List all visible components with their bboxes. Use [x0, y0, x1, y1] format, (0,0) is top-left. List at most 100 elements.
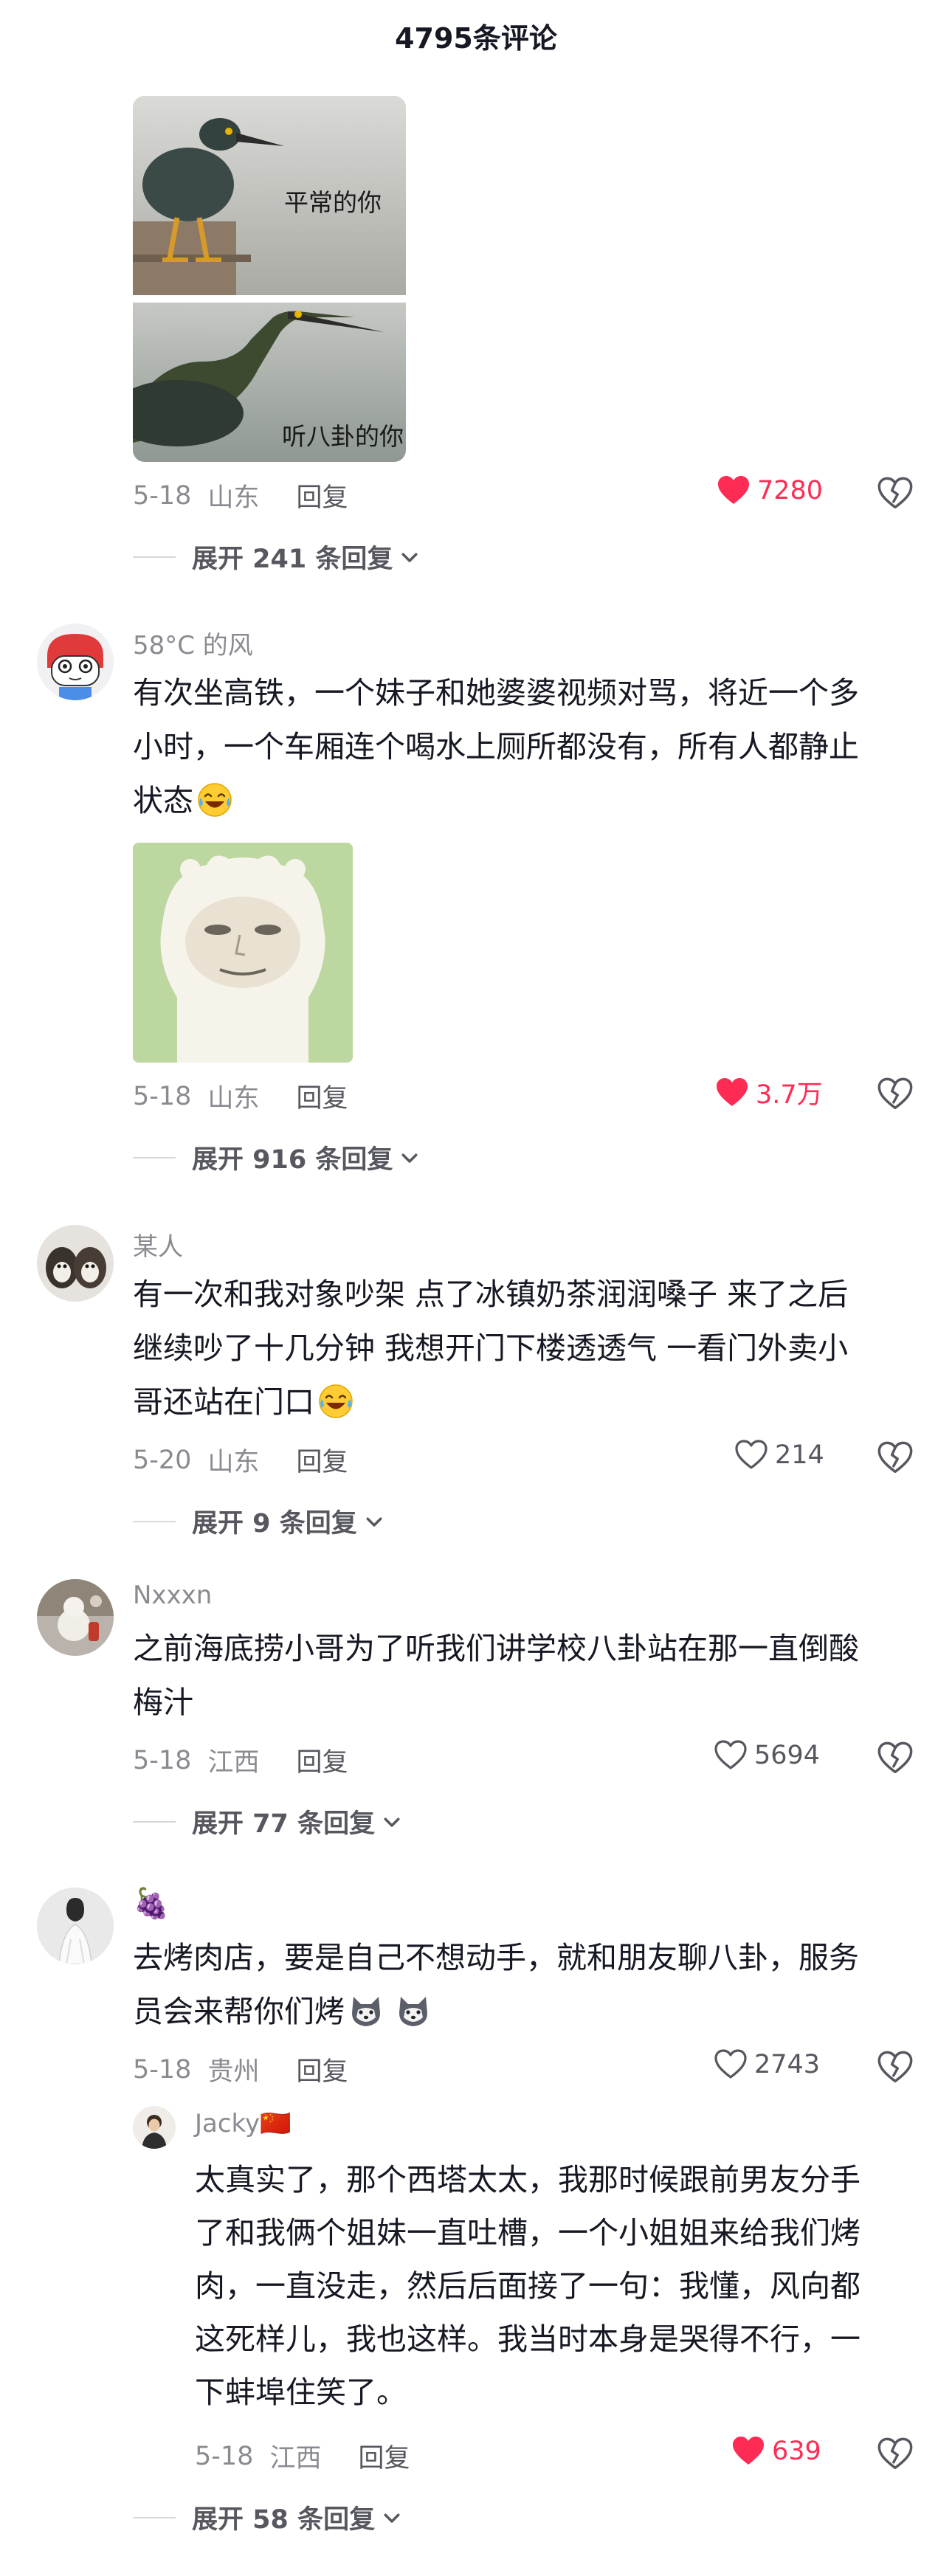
- divider: [133, 2516, 176, 2518]
- chevron-down-icon: [363, 1510, 385, 1533]
- avatar[interactable]: [37, 624, 114, 700]
- expand-replies-button[interactable]: 展开 916 条回复: [133, 1139, 421, 1176]
- comment-text: 有一次和我对象吵架 点了冰镇奶茶润润嗓子 来了之后 继续吵了十几分钟 我想开门下…: [133, 1268, 915, 1429]
- comment-line: 小时，一个车厢连个喝水上厕所都没有，所有人都静止: [133, 729, 859, 764]
- heart-outline-icon: [734, 1437, 769, 1473]
- heart-filled-icon: [716, 473, 751, 508]
- avatar[interactable]: [37, 1225, 114, 1302]
- comment-location: 山东: [207, 483, 260, 513]
- like-count: 5694: [754, 1741, 821, 1770]
- comment-location: 江西: [269, 2444, 322, 2473]
- expand-replies-label: 展开 77 条回复: [192, 1809, 376, 1839]
- dislike-icon[interactable]: [876, 1739, 914, 1778]
- divider: [133, 1520, 176, 1522]
- expand-replies-label: 展开 9 条回复: [192, 1509, 357, 1539]
- dislike-icon[interactable]: [876, 1075, 914, 1113]
- comment-date: 5-20: [133, 1445, 192, 1475]
- username[interactable]: Jacky🇨🇳: [195, 2109, 292, 2138]
- comment-location: 江西: [207, 1748, 260, 1778]
- like-count: 214: [775, 1440, 824, 1470]
- like-button[interactable]: 639: [731, 2434, 821, 2469]
- husky-emoji-icon: [348, 1992, 384, 2029]
- chevron-down-icon: [381, 2507, 403, 2529]
- heart-filled-icon: [714, 1075, 750, 1111]
- comment-date: 5-18: [133, 1081, 192, 1111]
- divider: [133, 556, 176, 558]
- expand-replies-label: 展开 241 条回复: [192, 545, 393, 574]
- comment-line: 有一次和我对象吵架 点了冰镇奶茶润润嗓子 来了之后: [133, 1277, 849, 1312]
- reply-line: 肉，一直没走，然后后面接了一句：我懂，风向都: [195, 2268, 860, 2304]
- meme-caption-bottom: 听八卦的你: [282, 422, 404, 451]
- avatar[interactable]: [37, 1888, 114, 1964]
- expand-replies-button[interactable]: 展开 241 条回复: [133, 538, 421, 576]
- username[interactable]: 🍇: [133, 1886, 170, 1921]
- comment-text: 有次坐高铁，一个妹子和她婆婆视频对骂，将近一个多 小时，一个车厢连个喝水上厕所都…: [133, 666, 915, 828]
- comment-text: 去烤肉店，要是自己不想动手，就和朋友聊八卦，服务 员会来帮你们烤: [133, 1931, 915, 2039]
- comment-date: 5-18: [133, 480, 192, 511]
- like-button[interactable]: 7280: [716, 473, 823, 508]
- chevron-down-icon: [399, 1147, 421, 1169]
- username[interactable]: Nxxxn: [133, 1581, 212, 1610]
- reply-button[interactable]: 回复: [358, 2437, 410, 2475]
- like-button[interactable]: 214: [734, 1437, 824, 1473]
- comment-line: 之前海底捞小哥为了听我们讲学校八卦站在那一直倒酸: [133, 1631, 859, 1666]
- page-title: 4795条评论: [395, 21, 557, 55]
- comment-date: 5-18: [133, 1745, 192, 1775]
- reply-line: 下蚌埠住笑了。: [195, 2375, 407, 2410]
- reply-line: 这死样儿，我也这样。我当时本身是哭得不行，一: [195, 2321, 860, 2357]
- comment-line: 有次坐高铁，一个妹子和她婆婆视频对骂，将近一个多: [133, 675, 859, 711]
- divider: [133, 1156, 176, 1158]
- heart-outline-icon: [713, 2047, 748, 2082]
- expand-replies-button[interactable]: 展开 58 条回复: [133, 2499, 403, 2536]
- comment-meta: 5-18 江西 回复: [133, 1741, 348, 1779]
- like-count: 3.7万: [756, 1080, 823, 1110]
- dislike-icon[interactable]: [876, 2435, 914, 2473]
- reply-button[interactable]: 回复: [296, 1441, 348, 1479]
- laugh-cry-emoji-icon: [196, 781, 233, 818]
- expand-replies-button[interactable]: 展开 77 条回复: [133, 1803, 403, 1840]
- expand-replies-label: 展开 58 条回复: [192, 2505, 376, 2535]
- reply-button[interactable]: 回复: [296, 2051, 348, 2088]
- reply-line: 了和我俩个姐妹一直吐槽，一个小姐姐来给我们烤: [195, 2215, 860, 2251]
- comment-line-last: 哥还站在门口: [133, 1375, 915, 1429]
- comment-meta: 5-18 山东 回复: [133, 477, 348, 514]
- reply-button[interactable]: 回复: [296, 1077, 348, 1115]
- like-button[interactable]: 5694: [713, 1738, 820, 1773]
- avatar[interactable]: [37, 1579, 114, 1656]
- heart-filled-icon: [731, 2434, 766, 2469]
- meme-caption-top: 平常的你: [284, 188, 382, 217]
- dislike-icon[interactable]: [876, 2048, 914, 2087]
- avatar[interactable]: [133, 2106, 176, 2149]
- dislike-icon[interactable]: [876, 474, 914, 513]
- comment-line: 去烤肉店，要是自己不想动手，就和朋友聊八卦，服务: [133, 1940, 859, 1975]
- comment-date: 5-18: [133, 2054, 192, 2085]
- chevron-down-icon: [399, 546, 421, 568]
- reply-text: 太真实了，那个西塔太太，我那时候跟前男友分手 了和我俩个姐妹一直吐槽，一个小姐姐…: [195, 2153, 918, 2419]
- reply-button[interactable]: 回复: [296, 477, 348, 514]
- comment-meta: 5-18 贵州 回复: [133, 2051, 348, 2088]
- username[interactable]: 某人: [133, 1226, 183, 1263]
- chevron-down-icon: [381, 1811, 403, 1833]
- like-count: 639: [772, 2437, 821, 2466]
- comment-line: 继续吵了十几分钟 我想开门下楼透透气 一看门外卖小: [133, 1330, 849, 1366]
- comment-location: 山东: [207, 1448, 260, 1477]
- comment-meta: 5-18 山东 回复: [133, 1077, 348, 1115]
- like-button[interactable]: 3.7万: [714, 1074, 823, 1111]
- heart-outline-icon: [713, 1738, 748, 1773]
- comment-line-last: 状态: [133, 774, 915, 828]
- husky-emoji-icon: [395, 1992, 432, 2029]
- comment-location: 山东: [207, 1084, 260, 1113]
- expand-replies-label: 展开 916 条回复: [192, 1145, 393, 1175]
- expand-replies-button[interactable]: 展开 9 条回复: [133, 1502, 385, 1540]
- username[interactable]: 58°C 的风: [133, 625, 253, 661]
- comment-meme-image[interactable]: 平常的你 听八卦的你: [133, 96, 406, 462]
- like-button[interactable]: 2743: [713, 2047, 820, 2082]
- comment-line-last: 员会来帮你们烤: [133, 1985, 915, 2039]
- laugh-cry-emoji-icon: [317, 1383, 354, 1420]
- comment-sticker-image[interactable]: [133, 843, 353, 1063]
- dislike-icon[interactable]: [876, 1439, 914, 1477]
- reply-button[interactable]: 回复: [296, 1741, 348, 1779]
- comment-meta: 5-18 江西 回复: [195, 2437, 410, 2475]
- comment-date: 5-18: [195, 2441, 254, 2471]
- like-count: 7280: [757, 476, 824, 505]
